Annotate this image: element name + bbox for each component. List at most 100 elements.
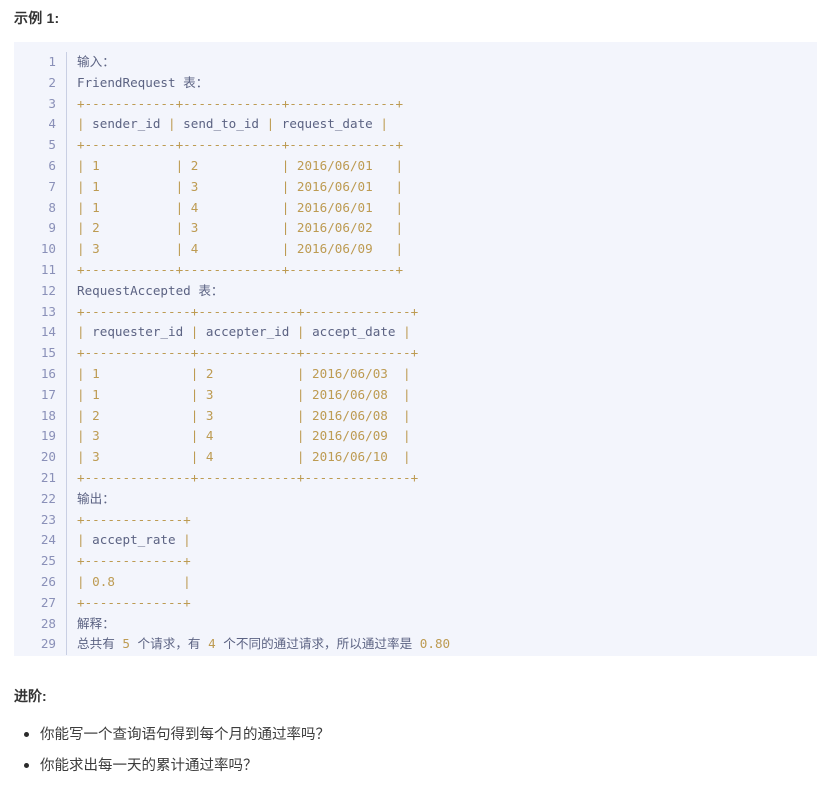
code-line-text: | 1 | 4 | 2016/06/01 | (67, 198, 817, 219)
code-token: FriendRequest 表： (77, 74, 209, 90)
code-line: 18 | 2 | 3 | 2016/06/08 | (14, 405, 817, 427)
code-line-text: | 3 | 4 | 2016/06/09 | (67, 426, 817, 447)
code-line: 25 +-------------+ (14, 551, 817, 572)
code-line-text: | 1 | 2 | 2016/06/01 | (67, 156, 817, 177)
code-token: | (168, 116, 176, 132)
code-line-text: | requester_id | accepter_id | accept_da… (67, 322, 817, 343)
code-token: | (183, 532, 191, 548)
line-number: 7 (48, 178, 56, 194)
problem-example-page: 示例 1: 1 输入： 2 FriendRequest 表： 3 +-----------… (0, 0, 817, 788)
code-token: 5 (122, 636, 130, 652)
code-token: accept_rate (84, 532, 184, 548)
code-token: | 1 | 4 | 2016/06/01 | (77, 199, 404, 215)
code-token: +--------------+-------------+----------… (77, 469, 419, 485)
code-token: | (380, 116, 388, 132)
code-line: 5 +------------+-------------+-----------… (14, 135, 817, 156)
code-line: 20 | 3 | 4 | 2016/06/10 | (14, 447, 817, 468)
code-line: 11 +------------+-------------+----------… (14, 259, 817, 281)
code-line-text: | 0.8 | (67, 572, 817, 593)
code-line: 24 | accept_rate | (14, 530, 817, 552)
code-token: | 3 | 4 | 2016/06/09 | (77, 428, 411, 444)
line-number: 11 (40, 261, 56, 277)
line-number: 8 (48, 199, 56, 215)
code-token: RequestAccepted 表： (77, 282, 224, 298)
code-token: 输入： (77, 54, 115, 69)
code-line-text: +-------------+ (67, 510, 817, 531)
code-line: 22 输出： (14, 488, 817, 510)
line-number: 12 (40, 282, 56, 298)
code-line-text: +------------+-------------+------------… (67, 260, 817, 281)
code-line: 26 | 0.8 | (14, 571, 817, 593)
code-line-text: | 1 | 3 | 2016/06/01 | (67, 177, 817, 198)
code-token: 个请求，有 (129, 636, 209, 652)
code-line-text: 总共有 5 个请求，有 4 个不同的通过请求，所以通过率是 0.80 (67, 634, 817, 655)
code-line: 13 +--------------+-------------+--------… (14, 301, 817, 323)
code-line-text: 输出： (67, 489, 817, 510)
code-line: 3 +------------+-------------+-----------… (14, 93, 817, 115)
list-item-label: 你能写一个查询语句得到每个月的通过率吗？ (40, 727, 330, 743)
list-item-label: 你能求出每一天的累计通过率吗？ (40, 758, 258, 774)
line-number: 15 (40, 345, 56, 361)
line-number: 19 (40, 428, 56, 444)
code-token: +--------------+-------------+----------… (77, 303, 419, 319)
line-number: 16 (40, 365, 56, 381)
bullet-icon (24, 763, 29, 768)
line-number: 20 (40, 449, 56, 465)
code-line-text: | 2 | 3 | 2016/06/02 | (67, 218, 817, 239)
code-line-text: FriendRequest 表： (67, 73, 817, 94)
line-number: 24 (40, 532, 56, 548)
code-token: +------------+-------------+------------… (77, 137, 404, 153)
code-line: 9 | 2 | 3 | 2016/06/02 | (14, 218, 817, 240)
line-number: 17 (40, 386, 56, 402)
code-token: 4 (208, 636, 216, 652)
followup-list: 你能写一个查询语句得到每个月的通过率吗？ 你能求出每一天的累计通过率吗？ (14, 724, 800, 786)
code-token: | 3 | 4 | 2016/06/09 | (77, 241, 404, 257)
code-token: 解释： (77, 615, 115, 631)
code-line-text: +-------------+ (67, 593, 817, 614)
line-number: 21 (40, 469, 56, 485)
code-token: accept_date (304, 324, 404, 340)
code-line-text: +--------------+-------------+----------… (67, 468, 817, 489)
code-token: | 1 | 3 | 2016/06/01 | (77, 178, 404, 194)
code-token: | 2 | 3 | 2016/06/02 | (77, 220, 404, 236)
line-number: 29 (40, 636, 56, 652)
line-number: 1 (48, 54, 56, 69)
code-line-text: | 3 | 4 | 2016/06/10 | (67, 447, 817, 468)
followup-heading: 进阶: (14, 688, 47, 704)
code-line-text: | sender_id | send_to_id | request_date … (67, 114, 817, 135)
code-line: 4 | sender_id | send_to_id | request_date… (14, 114, 817, 136)
code-token: +-------------+ (77, 594, 191, 610)
line-number: 22 (40, 490, 56, 506)
code-token: | (77, 116, 85, 132)
code-token: +-------------+ (77, 553, 191, 569)
code-line: 15 +--------------+-------------+--------… (14, 343, 817, 364)
line-number: 6 (48, 157, 56, 173)
code-line: 19 | 3 | 4 | 2016/06/09 | (14, 426, 817, 448)
code-token: 0.80 (419, 636, 451, 652)
line-number: 2 (48, 74, 56, 90)
line-number: 25 (40, 553, 56, 569)
page-title: 示例 1: (14, 10, 60, 26)
line-number: 13 (40, 303, 56, 319)
code-token: 个不同的通过请求，所以通过率是 (215, 636, 420, 652)
code-line-text: 输入： (67, 52, 817, 73)
code-line: 14 | requester_id | accepter_id | accept_… (14, 322, 817, 344)
line-number: 18 (40, 407, 56, 423)
code-block[interactable]: 1 输入： 2 FriendRequest 表： 3 +------------+----… (14, 42, 817, 656)
code-token: | 2 | 3 | 2016/06/08 | (77, 407, 411, 423)
code-token: +--------------+-------------+----------… (77, 345, 419, 361)
line-number: 26 (40, 573, 56, 589)
code-line: 16 | 1 | 2 | 2016/06/03 | (14, 363, 817, 385)
code-line-text: | 1 | 2 | 2016/06/03 | (67, 364, 817, 385)
code-line-list: 1 输入： 2 FriendRequest 表： 3 +------------+----… (14, 52, 817, 656)
code-token: +------------+-------------+------------… (77, 261, 404, 277)
code-line-text: +-------------+ (67, 551, 817, 572)
code-token: 总共有 (77, 636, 123, 652)
code-token: send_to_id (175, 116, 267, 132)
code-token: | (77, 532, 85, 548)
code-line: 21 +--------------+-------------+--------… (14, 467, 817, 489)
line-number: 28 (40, 615, 56, 631)
code-token: request_date (274, 116, 381, 132)
code-line-text: | 2 | 3 | 2016/06/08 | (67, 406, 817, 427)
code-token: | 1 | 2 | 2016/06/03 | (77, 365, 411, 381)
